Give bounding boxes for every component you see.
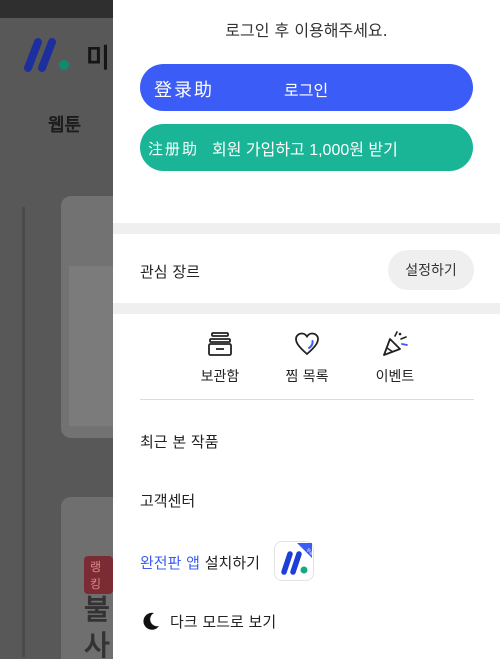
menu-divider xyxy=(140,399,474,400)
moon-icon xyxy=(143,612,159,630)
app-logo-icon xyxy=(24,38,69,72)
section-divider xyxy=(113,223,500,234)
install-app-highlight: 완전판 앱 xyxy=(140,554,200,572)
quick-action-storage[interactable]: 보관함 xyxy=(185,330,255,386)
decorative-glyphs: 注册助 xyxy=(148,140,200,158)
card-image xyxy=(69,266,113,426)
background-divider xyxy=(22,207,25,657)
signup-button[interactable]: 注册助 회원 가입하고 1,000원 받기 xyxy=(140,124,473,171)
signup-button-label: 회원 가입하고 1,000원 받기 xyxy=(212,142,398,159)
install-app-text: 설치하기 xyxy=(199,554,260,572)
party-popper-icon xyxy=(383,331,408,356)
quick-action-label: 보관함 xyxy=(200,369,240,385)
section-divider xyxy=(113,303,500,314)
menu-recent-works[interactable]: 최근 본 작품 xyxy=(140,431,219,452)
tab-webtoon[interactable]: 웹툰 xyxy=(48,111,81,137)
quick-action-label: 이벤트 xyxy=(375,369,415,385)
login-button-label: 로그인 xyxy=(284,83,329,100)
login-hint: 로그인 후 이용해주세요. xyxy=(225,21,388,40)
genre-label: 관심 장르 xyxy=(140,263,200,281)
card-title-line: 사 xyxy=(84,629,110,659)
card-title-line: 불 xyxy=(84,593,110,626)
heart-icon xyxy=(295,332,319,356)
decorative-glyphs: 登录助 xyxy=(154,80,214,101)
app-icon[interactable]: 무료 xyxy=(274,541,315,581)
storage-box-icon xyxy=(208,332,232,356)
quick-action-wishlist[interactable]: 찜 목록 xyxy=(272,330,342,386)
quick-action-label: 찜 목록 xyxy=(285,369,329,385)
background-page: 미 웹툰 랭킹 불 사 xyxy=(0,0,113,659)
status-bar xyxy=(0,0,113,18)
quick-action-event[interactable]: 이벤트 xyxy=(360,330,430,386)
genre-settings-button[interactable]: 설정하기 xyxy=(388,250,474,290)
menu-dark-mode[interactable]: 다크 모드로 보기 xyxy=(170,611,276,632)
brand-name: 미 xyxy=(86,44,110,74)
menu-install-app[interactable]: 완전판 앱 설치하기 xyxy=(140,552,260,573)
app-logo-icon: 무료 xyxy=(281,543,315,575)
side-drawer: 로그인 후 이용해주세요. 登录助 로그인 注册助 회원 가입하고 1,000원… xyxy=(113,0,500,659)
menu-customer-center[interactable]: 고객센터 xyxy=(140,490,195,511)
login-button[interactable]: 登录助 로그인 xyxy=(140,64,473,111)
content-card[interactable] xyxy=(61,196,113,438)
